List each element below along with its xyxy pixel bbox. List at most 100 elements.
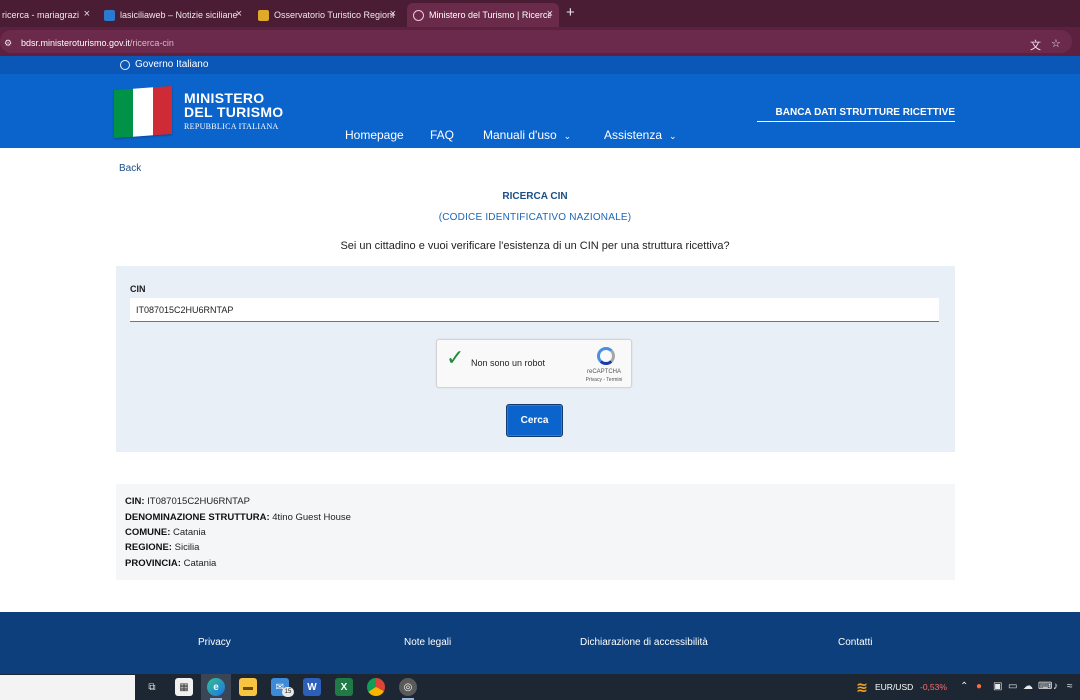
ministero-favicon-icon [413,9,424,21]
brand-line-1[interactable]: MINISTERO [184,91,264,105]
task-view-icon[interactable]: ⧉ [143,678,161,696]
result-label: DENOMINAZIONE STRUTTURA: [125,512,270,523]
nav-homepage[interactable]: Homepage [345,128,404,142]
brand-line-3: REPUBBLICA ITALIANA [184,122,279,131]
url-field[interactable]: ⚙ bdsr.ministeroturismo.gov.it/ricerca-c… [0,30,1072,53]
nav-label: Manuali d'uso [483,128,557,142]
new-tab-button[interactable]: + [566,4,575,21]
cin-label: CIN [130,284,146,294]
result-row-denominazione: DENOMINAZIONE STRUTTURA: 4tino Guest Hou… [125,512,351,523]
page-title: RICERCA CIN [502,191,568,202]
result-row-cin: CIN: IT087015C2HU6RNTAP [125,496,250,507]
result-value: Catania [173,527,206,538]
recaptcha-label: Non sono un robot [471,358,546,368]
store-icon[interactable]: ▦ [175,678,193,696]
chrome-icon[interactable] [367,678,385,696]
footer-link-note-legali[interactable]: Note legali [404,637,451,648]
ticker-value: -0,53% [920,682,947,692]
checkmark-icon[interactable]: ✓ [446,347,464,369]
site-footer: Privacy Note legali Dichiarazione di acc… [0,612,1080,674]
url-text: bdsr.ministeroturismo.gov.it/ricerca-cin [21,38,174,48]
nav-manuali[interactable]: Manuali d'uso ⌄ [483,128,571,142]
wifi-icon[interactable]: ≈ [1067,681,1073,692]
volume-icon[interactable]: ♪ [1053,681,1058,692]
stock-widget-icon[interactable]: ≋ [853,678,871,696]
recaptcha-widget[interactable]: ✓ Non sono un robot reCAPTCHA Privacy - … [436,339,632,388]
browser-tab-ricerca[interactable]: ricerca - mariagrazi × [0,3,96,27]
result-label: CIN: [125,496,145,507]
tab-title: ricerca - mariagrazi [2,10,80,20]
result-label: PROVINCIA: [125,558,181,569]
url-domain: bdsr.ministeroturismo.gov.it [21,38,130,48]
section-title[interactable]: BANCA DATI STRUTTURE RICETTIVE [757,107,955,122]
brand-line-2[interactable]: DEL TURISMO [184,105,284,119]
browser-tab-strip: ricerca - mariagrazi × lasiciliaweb – No… [0,0,1080,27]
nav-label: Homepage [345,128,404,142]
back-link[interactable]: Back [119,163,141,174]
tab-title: Osservatorio Turistico Regione [274,10,394,20]
result-value: IT087015C2HU6RNTAP [147,496,250,507]
government-label[interactable]: Governo Italiano [135,59,208,70]
tray-network-icon[interactable]: ▭ [1008,681,1017,692]
page-subtitle: (CODICE IDENTIFICATIVO NAZIONALE) [438,212,632,223]
edge-browser-icon[interactable]: e [207,678,225,696]
recaptcha-logo-icon [597,347,615,365]
excel-icon[interactable]: X [335,678,353,696]
recaptcha-links[interactable]: Privacy - Termini [579,377,629,383]
browser-tab-ministero[interactable]: Ministero del Turismo | Ricerca × [407,3,559,27]
chevron-down-icon: ⌄ [563,131,572,141]
lasiciliaweb-favicon-icon [104,9,115,21]
page-question: Sei un cittadino e vuoi verificare l'esi… [340,240,730,252]
result-row-comune: COMUNE: Catania [125,527,206,538]
close-tab-icon[interactable]: × [390,8,396,20]
result-row-regione: REGIONE: Sicilia [125,542,199,553]
italian-flag-icon [114,85,172,139]
result-panel: CIN: IT087015C2HU6RNTAP DENOMINAZIONE ST… [116,484,955,580]
cerca-button[interactable]: Cerca [506,404,563,437]
translate-icon[interactable]: 文 [1030,37,1041,53]
government-strip: Governo Italiano [0,56,1080,74]
close-tab-icon[interactable]: × [236,8,242,20]
word-icon[interactable]: W [303,678,321,696]
nav-assistenza[interactable]: Assistenza ⌄ [604,128,677,142]
footer-link-accessibilita[interactable]: Dichiarazione di accessibilità [580,637,708,648]
tab-title: lasiciliaweb – Notizie siciliane [120,10,238,20]
result-label: COMUNE: [125,527,171,538]
search-form-panel: CIN ✓ Non sono un robot reCAPTCHA Privac… [116,266,955,452]
tab-title: Ministero del Turismo | Ricerca [429,10,551,20]
nav-label: Assistenza [604,128,663,142]
tray-shield-icon[interactable]: ▣ [993,681,1002,692]
nav-faq[interactable]: FAQ [430,128,454,142]
file-explorer-icon[interactable]: ▬ [239,678,257,696]
result-value: 4tino Guest House [272,512,351,523]
result-row-provincia: PROVINCIA: Catania [125,558,216,569]
browser-tab-osservatorio[interactable]: Osservatorio Turistico Regione × [252,3,402,27]
site-header: MINISTERO DEL TURISMO REPUBBLICA ITALIAN… [0,74,1080,148]
url-path: /ricerca-cin [129,38,174,48]
result-value: Sicilia [174,542,200,553]
os-taskbar: ⧉ ▦ e ▬ ✉ 15 W X ◎ ≋ EUR/USD -0,53% ⌃ ● … [0,674,1080,700]
chevron-down-icon: ⌄ [669,131,677,141]
recaptcha-brand: reCAPTCHA [586,369,621,375]
footer-link-contatti[interactable]: Contatti [838,637,872,648]
close-tab-icon[interactable]: × [84,8,90,20]
close-tab-icon[interactable]: × [547,8,553,20]
chrome-profile-icon[interactable]: ◎ [399,678,417,696]
government-emblem-icon [120,60,130,70]
cin-input[interactable] [130,298,939,322]
chevron-up-icon[interactable]: ⌃ [960,681,968,692]
osservatorio-favicon-icon [258,9,269,21]
browser-tab-lasiciliaweb[interactable]: lasiciliaweb – Notizie siciliane × [98,3,248,27]
result-label: REGIONE: [125,542,172,553]
bookmark-star-icon[interactable]: ☆ [1051,37,1061,50]
footer-link-privacy[interactable]: Privacy [198,637,231,648]
address-bar: ⚙ bdsr.ministeroturismo.gov.it/ricerca-c… [0,27,1080,56]
taskbar-search-box[interactable] [0,675,135,700]
tray-cloud-icon[interactable]: ☁ [1023,681,1033,692]
keyboard-icon[interactable]: ⌨ [1038,681,1052,692]
mail-badge: 15 [282,687,294,697]
result-value: Catania [183,558,217,569]
tray-app-icon[interactable]: ● [976,681,982,692]
site-settings-icon[interactable]: ⚙ [4,38,12,49]
ticker-label[interactable]: EUR/USD [875,682,913,692]
